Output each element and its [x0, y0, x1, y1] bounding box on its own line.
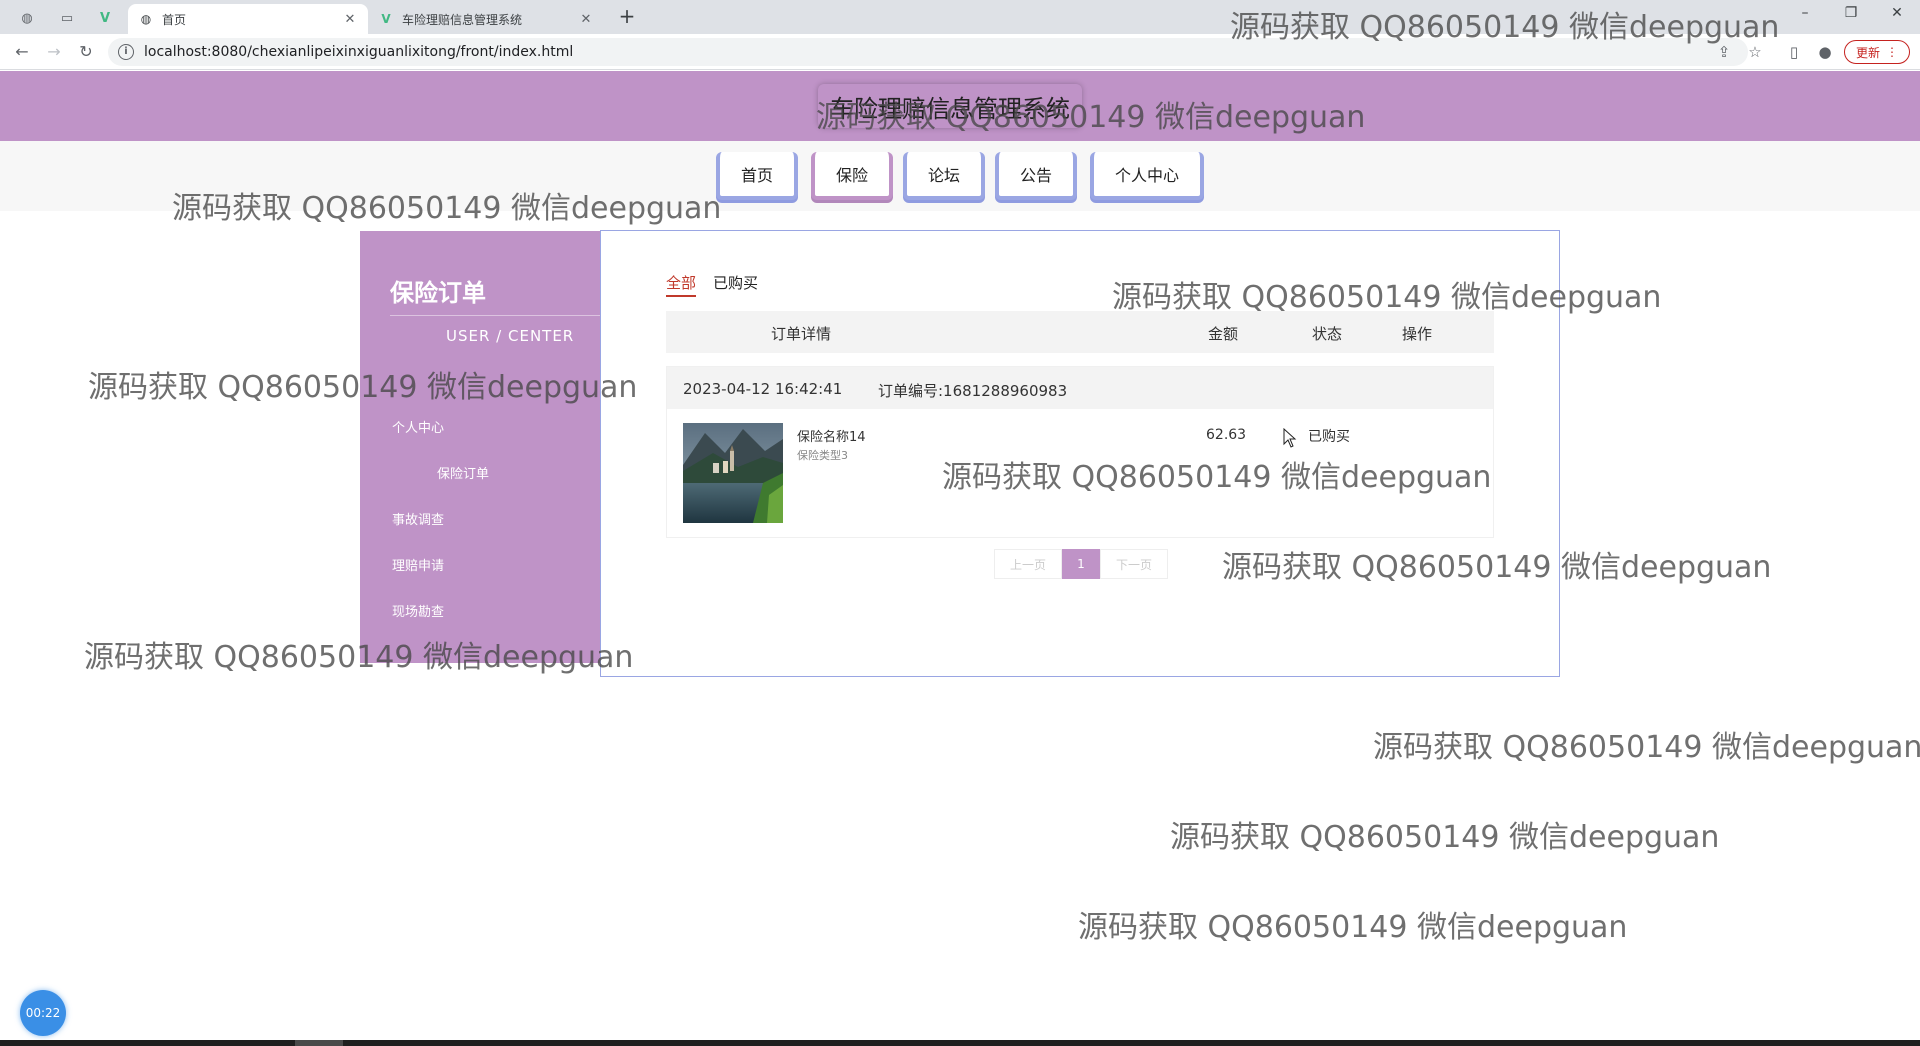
minimize-icon[interactable]: – — [1790, 5, 1820, 27]
close-icon[interactable]: ✕ — [578, 12, 594, 27]
nav-insurance[interactable]: 保险 — [811, 152, 893, 200]
update-button[interactable]: 更新 ⋮ — [1844, 40, 1910, 64]
sidebar-subtitle: USER / CENTER — [446, 327, 575, 345]
watermark: 源码获取 QQ86050149 微信deepguan — [84, 640, 634, 675]
next-page-button[interactable]: 下一页 — [1100, 549, 1168, 579]
back-icon[interactable]: ← — [10, 40, 34, 64]
taskbar-segment — [295, 1040, 343, 1046]
watermark: 源码获取 QQ86050149 微信deepguan — [1078, 910, 1628, 945]
tab-system[interactable]: V 车险理赔信息管理系统 ✕ — [368, 4, 604, 34]
new-tab-button[interactable]: + — [615, 5, 639, 29]
order-time: 2023-04-12 16:42:41 — [683, 380, 843, 398]
tab-all[interactable]: 全部 — [666, 272, 697, 297]
profile-icon[interactable]: ● — [1815, 42, 1835, 62]
sidebar-item-claim-application[interactable]: 理赔申请 — [392, 555, 444, 574]
blank-tab-icon[interactable]: ▭ — [52, 6, 82, 30]
order-number: 订单编号:1681288960983 — [878, 382, 1068, 400]
col-actions: 操作 — [1402, 325, 1433, 343]
watermark: 源码获取 QQ86050149 微信deepguan — [1170, 820, 1720, 855]
tab-home[interactable]: ◍ 首页 ✕ — [128, 4, 368, 34]
recording-timer[interactable]: 00:22 — [20, 990, 66, 1036]
nav-home[interactable]: 首页 — [716, 152, 798, 200]
vue-tab-icon[interactable]: V — [90, 6, 120, 30]
col-order-details: 订单详情 — [771, 325, 832, 343]
vue-icon: V — [381, 12, 391, 26]
user-sidebar: 保险订单 USER / CENTER 个人中心 保险订单 事故调查 理赔申请 现… — [360, 231, 601, 663]
watermark: 源码获取 QQ86050149 微信deepguan — [172, 191, 722, 226]
close-icon[interactable]: ✕ — [342, 12, 358, 27]
url-text: localhost:8080/chexianlipeixinxiguanlixi… — [144, 44, 574, 60]
forward-icon[interactable]: → — [42, 40, 66, 64]
sidebar-divider — [390, 315, 601, 316]
side-panel-icon[interactable]: ▯ — [1784, 42, 1804, 62]
sidebar-item-site-survey[interactable]: 现场勘查 — [392, 601, 444, 620]
globe-icon: ◍ — [140, 12, 152, 26]
nav-notice[interactable]: 公告 — [995, 152, 1077, 200]
menu-dots-icon: ⋮ — [1886, 45, 1898, 59]
order-table-header: 订单详情 金额 状态 操作 — [666, 311, 1494, 353]
watermark: 源码获取 QQ86050149 微信deepguan — [816, 100, 1366, 135]
tab-title: 车险理赔信息管理系统 — [402, 12, 523, 27]
watermark: 源码获取 QQ86050149 微信deepguan — [1230, 10, 1780, 45]
info-icon[interactable]: i — [118, 44, 134, 60]
page-1-button[interactable]: 1 — [1062, 549, 1100, 579]
reload-icon[interactable]: ↻ — [74, 40, 98, 64]
restore-icon[interactable]: ❐ — [1836, 5, 1866, 27]
update-label: 更新 — [1855, 45, 1880, 60]
col-status: 状态 — [1312, 325, 1343, 343]
globe-icon[interactable]: ◍ — [12, 6, 42, 30]
watermark: 源码获取 QQ86050149 微信deepguan — [1373, 730, 1920, 765]
sidebar-item-accident-investigation[interactable]: 事故调查 — [392, 509, 444, 528]
col-amount: 金额 — [1208, 325, 1239, 343]
insurance-name[interactable]: 保险名称14 — [797, 426, 866, 445]
insurance-thumbnail[interactable] — [683, 423, 783, 523]
sidebar-item-insurance-orders[interactable]: 保险订单 — [437, 463, 489, 482]
tab-title: 首页 — [162, 12, 187, 27]
nav-user-center[interactable]: 个人中心 — [1090, 152, 1204, 200]
order-amount: 62.63 — [1206, 427, 1247, 443]
prev-page-button[interactable]: 上一页 — [994, 549, 1062, 579]
sidebar-title: 保险订单 — [390, 279, 486, 307]
order-status: 已购买 — [1308, 429, 1350, 445]
mouse-cursor-icon — [1283, 428, 1297, 448]
taskbar-strip — [0, 1040, 1920, 1046]
watermark: 源码获取 QQ86050149 微信deepguan — [88, 370, 638, 405]
tab-purchased[interactable]: 已购买 — [713, 272, 758, 293]
nav-forum[interactable]: 论坛 — [903, 152, 985, 200]
watermark: 源码获取 QQ86050149 微信deepguan — [1112, 280, 1662, 315]
order-item-header: 2023-04-12 16:42:41 订单编号:1681288960983 — [667, 367, 1493, 409]
pagination: 上一页 1 下一页 — [994, 549, 1168, 579]
watermark: 源码获取 QQ86050149 微信deepguan — [1222, 550, 1772, 585]
insurance-type: 保险类型3 — [797, 449, 848, 462]
watermark: 源码获取 QQ86050149 微信deepguan — [942, 460, 1492, 495]
window-close-icon[interactable]: ✕ — [1882, 5, 1912, 27]
sidebar-item-user-center[interactable]: 个人中心 — [392, 417, 444, 436]
